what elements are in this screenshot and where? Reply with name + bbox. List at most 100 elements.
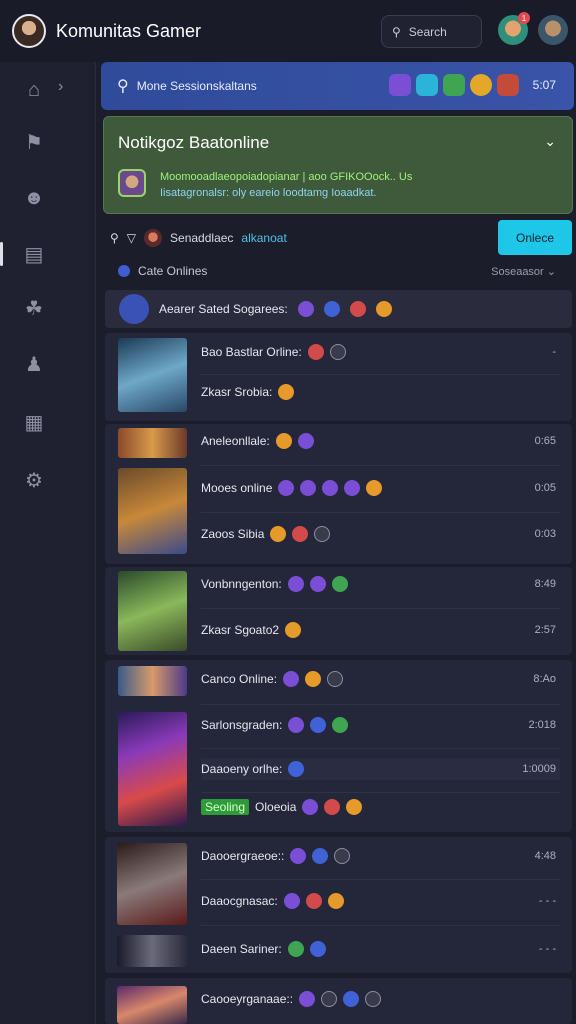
game-icon-5[interactable]	[497, 74, 519, 96]
status-icon	[343, 991, 360, 1007]
status-icon	[270, 526, 287, 542]
chevron-down-icon[interactable]: ⌄	[544, 133, 556, 150]
sidebar: ⌂ › ⚑ ☻ ▤ ☘ ♟ ▦ ⚙	[0, 62, 96, 1024]
search-icon: ⚲	[117, 78, 129, 95]
chevron-right-icon[interactable]: ›	[58, 78, 63, 96]
divider	[201, 704, 560, 705]
game-thumbnail	[118, 712, 187, 826]
status-icon	[366, 480, 383, 496]
app-header: Komunitas Gamer ⚲ Search 1	[0, 0, 576, 62]
game-card[interactable]: Aneleonllale: 0:65 Mooes online 0:05 Zao…	[105, 424, 572, 564]
game-thumbnail	[118, 428, 187, 458]
group-header[interactable]: Aearer Sated Sogarees:	[105, 290, 572, 328]
row-text: Caooeyrganaae::	[201, 992, 294, 1006]
user-avatar-2[interactable]	[538, 15, 568, 45]
card-row: Mooes online 0:05	[201, 477, 560, 499]
status-icon	[287, 941, 304, 957]
chip-icon	[323, 301, 340, 317]
filter-accent-link[interactable]: alkanoat	[241, 231, 286, 245]
sort-dropdown[interactable]: Soseaasor ⌄	[491, 265, 556, 278]
row-text: Canco Online:	[201, 672, 278, 686]
group-header-text: Aearer Sated Sogarees:	[159, 302, 288, 316]
status-icon	[305, 893, 322, 909]
status-icon	[307, 344, 324, 360]
search-count: 5:07	[532, 78, 556, 92]
card-row: Daeen Sariner: - - -	[201, 938, 560, 960]
online-notice-panel[interactable]: Notikgoz Baatonline ⌄ Moomooadlaeopoiado…	[103, 116, 573, 214]
search-icon[interactable]: ⚲	[110, 231, 119, 245]
row-text: Zkasr Srobia:	[201, 385, 273, 399]
bookmark-icon[interactable]: ⚑	[22, 130, 46, 154]
community-search-bar[interactable]: ⚲ Mone Sessionskaltans 5:07	[101, 62, 574, 110]
emoji-icon[interactable]: ☻	[22, 186, 46, 210]
filter-icon[interactable]: ▽	[127, 231, 136, 245]
row-text: Zaoos Sibia	[201, 527, 265, 541]
status-icon	[310, 717, 327, 733]
chart-icon[interactable]: ▤	[22, 242, 46, 266]
card-row-highlighted: Daaoeny orlhe: 1:0009	[201, 758, 560, 780]
card-row: Zaoos Sibia 0:03	[201, 523, 560, 545]
card-row: Zkasr Sgoato2 2:57	[201, 619, 560, 641]
status-icon	[288, 761, 305, 777]
chip-icon	[375, 301, 392, 317]
header-search-button[interactable]: ⚲ Search	[381, 15, 482, 48]
app-avatar[interactable]	[12, 14, 46, 48]
row-text: Aneleonllale:	[201, 434, 270, 448]
card-row: Daaocgnasac: - - -	[201, 890, 560, 912]
status-icon	[312, 848, 329, 864]
game-card[interactable]: Daooergraeoe:: 4:48 Daaocgnasac: - - - D…	[105, 837, 572, 973]
row-value: - - -	[538, 895, 556, 907]
row-text: Mooes online	[201, 481, 273, 495]
notice-message-line2: Iisatagronalsr: oly eareio loodtamg Ioaa…	[160, 187, 377, 199]
home-icon[interactable]: ⌂	[22, 78, 46, 102]
status-icon	[324, 799, 341, 815]
notice-title: Notikgoz Baatonline	[118, 133, 270, 152]
library-icon[interactable]: ▦	[22, 410, 46, 434]
row-value: 4:48	[534, 850, 556, 862]
megaphone-icon[interactable]: ☘	[22, 296, 46, 320]
row-value: 0:65	[534, 435, 556, 447]
status-icon	[283, 893, 300, 909]
app-title: Komunitas Gamer	[56, 20, 202, 41]
game-card[interactable]: Caooeyrganaae::	[105, 978, 572, 1024]
row-value: 8:49	[534, 578, 556, 590]
card-row: Zkasr Srobia:	[201, 381, 560, 403]
status-icon	[327, 893, 344, 909]
status-icon	[309, 576, 326, 592]
status-icon	[302, 799, 319, 815]
game-card[interactable]: Vonbnngenton: 8:49 Zkasr Sgoato2 2:57	[105, 567, 572, 655]
status-icon	[285, 622, 302, 638]
row-value: 0:03	[534, 528, 556, 540]
group-badge-icon	[119, 294, 149, 324]
status-icon	[290, 848, 307, 864]
status-icon	[300, 480, 317, 496]
status-icon	[309, 941, 326, 957]
row-text: Daaocgnasac:	[201, 894, 278, 908]
row-value: - - -	[538, 943, 556, 955]
status-icon	[292, 526, 309, 542]
game-icon-2[interactable]	[416, 74, 438, 96]
status-icon	[344, 480, 361, 496]
status-icon	[334, 848, 351, 864]
divider	[201, 374, 560, 375]
game-thumbnail	[118, 338, 187, 412]
section-label: Cate Onlines	[118, 264, 207, 278]
status-icon	[275, 433, 292, 449]
game-icon-1[interactable]	[389, 74, 411, 96]
game-card[interactable]: Bao Bastlar Orline: - Zkasr Srobia:	[105, 333, 572, 421]
game-thumbnail	[118, 468, 187, 554]
notice-message-line1: Moomooadlaeopoiadopianar | aoo GFIKOOock…	[160, 171, 413, 183]
divider	[201, 792, 560, 793]
game-icon-4[interactable]	[470, 74, 492, 96]
settings-gear-icon[interactable]: ⚙	[22, 468, 46, 492]
card-row: Canco Online: 8:Ao	[201, 668, 560, 690]
user-icon[interactable]: ♟	[22, 352, 46, 376]
sort-label: Soseaasor	[491, 266, 544, 278]
status-icon	[329, 344, 346, 360]
online-cta-button[interactable]: Onlece	[498, 220, 572, 255]
row-text: Daeen Sariner:	[201, 942, 282, 956]
game-card[interactable]: Canco Online: 8:Ao Sarlonsgraden: 2:018 …	[105, 660, 572, 832]
game-thumbnail	[117, 935, 187, 967]
game-icon-3[interactable]	[443, 74, 465, 96]
chip-icon	[297, 301, 314, 317]
